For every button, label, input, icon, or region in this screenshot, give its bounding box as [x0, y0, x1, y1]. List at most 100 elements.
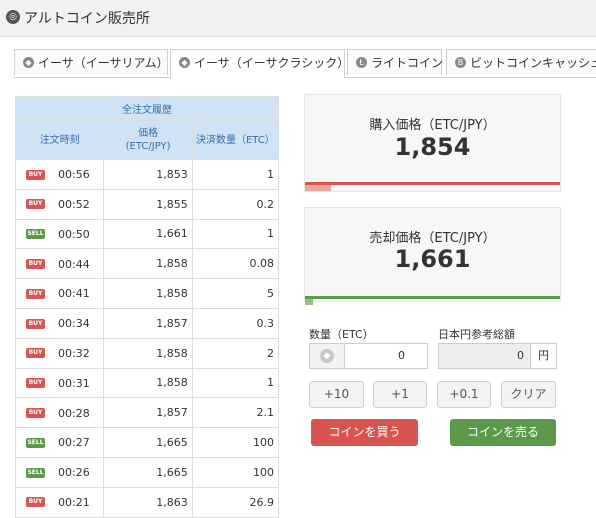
order-qty: 1 [191, 159, 280, 190]
order-time: 00:34 [58, 317, 90, 331]
coin-icon: ◆ [23, 57, 34, 68]
buy-badge: BUY [26, 318, 45, 329]
order-price: 1,661 [103, 218, 193, 250]
coin-icon: Ł [356, 57, 367, 68]
yen-total-label: 日本円参考総額 [438, 328, 515, 341]
page-title: アルトコイン販売所 [24, 11, 150, 27]
coin-icon: ◆ [179, 57, 190, 68]
order-price: 1,853 [103, 159, 193, 190]
order-time: 00:32 [58, 346, 90, 360]
quantity-value: 0 [398, 349, 405, 362]
order-price: 1,858 [103, 248, 193, 280]
buy-coin-button[interactable]: コインを買う [311, 419, 418, 446]
order-time: 00:44 [58, 257, 90, 271]
order-price: 1,858 [103, 337, 193, 369]
col-header-price: 価格 (ETC/JPY) [103, 120, 193, 160]
tab-ethereum[interactable]: ◆ イーサ（イーサリアム） [14, 49, 169, 75]
quantity-field[interactable]: ◆ 0 [309, 343, 428, 369]
order-price: 1,857 [103, 307, 193, 339]
sell-price-value: 1,661 [394, 245, 471, 273]
order-price: 1,863 [103, 486, 193, 518]
coin-icon: ◆ [310, 344, 345, 368]
add-10-button[interactable]: +10 [309, 381, 364, 408]
buy-price-bar [305, 182, 560, 185]
sell-price-bar-fill [305, 299, 313, 305]
order-qty: 100 [191, 427, 280, 458]
order-time-cell: BUY 00:41 [14, 278, 105, 309]
order-time: 00:31 [58, 376, 90, 390]
buy-badge: BUY [26, 408, 45, 419]
tab-ethereum-classic[interactable]: ◆ イーサ（イーサクラシック） [170, 49, 349, 78]
tab-bitcoin-cash[interactable]: B ビットコインキャッシュ [446, 49, 596, 75]
coin-tabs: ◆ イーサ（イーサリアム） ◆ イーサ（イーサクラシック） Ł ライトコイン B ビット… [14, 49, 596, 78]
table-row: SELL 00:50 1,661 1 [14, 218, 280, 250]
table-row: BUY 00:28 1,857 2.1 [14, 397, 280, 429]
buy-price-value: 1,854 [394, 133, 471, 161]
order-time: 00:50 [58, 227, 90, 241]
yen-total-field: 0 円 [438, 343, 557, 369]
order-time-cell: BUY 00:21 [14, 486, 105, 518]
order-qty: 0.08 [191, 248, 280, 280]
order-time: 00:21 [58, 495, 90, 509]
order-price: 1,855 [103, 188, 193, 220]
clear-button[interactable]: クリア [501, 381, 556, 408]
order-qty: 26.9 [191, 486, 280, 518]
add-1-button[interactable]: +1 [373, 381, 427, 408]
sell-coin-button[interactable]: コインを売る [450, 419, 556, 446]
table-row: BUY 00:56 1,853 1 [14, 159, 280, 190]
table-row: SELL 00:26 1,665 100 [14, 456, 280, 488]
buy-badge: BUY [26, 259, 45, 270]
order-price: 1,665 [103, 427, 193, 458]
sell-badge: SELL [26, 467, 45, 478]
order-qty: 2.1 [191, 397, 280, 429]
yen-total-value: 0 [517, 349, 524, 362]
order-price: 1,665 [103, 456, 193, 488]
order-time-cell: BUY 00:32 [14, 337, 105, 369]
yen-unit: 円 [530, 344, 556, 368]
order-qty: 0.3 [191, 307, 280, 339]
order-time: 00:56 [58, 168, 90, 182]
order-price: 1,858 [103, 367, 193, 399]
order-history-title: 全注文履歴 [15, 96, 279, 121]
buy-price-label: 購入価格（ETC/JPY） [369, 118, 496, 133]
tab-litecoin[interactable]: Ł ライトコイン [347, 49, 443, 75]
buy-price-bar-fill [305, 185, 331, 191]
order-history-table: 全注文履歴 注文時刻 価格 (ETC/JPY) 決済数量（ETC） BUY 00:5… [14, 96, 280, 518]
order-qty: 100 [191, 456, 280, 488]
order-time-cell: SELL 00:26 [14, 456, 105, 488]
sell-price-panel: 売却価格（ETC/JPY） 1,661 [304, 207, 561, 305]
table-row: SELL 00:27 1,665 100 [14, 427, 280, 458]
order-time-cell: BUY 00:52 [14, 188, 105, 220]
order-time-cell: SELL 00:27 [14, 427, 105, 458]
order-price: 1,857 [103, 397, 193, 429]
page-header: ◎ アルトコイン販売所 [0, 0, 596, 37]
coin-logo-icon: ◎ [6, 10, 20, 24]
buy-badge: BUY [26, 169, 45, 180]
table-row: BUY 00:41 1,858 5 [14, 278, 280, 309]
order-time: 00:26 [58, 466, 90, 480]
order-time: 00:41 [58, 287, 90, 301]
sell-badge: SELL [26, 437, 45, 448]
order-time: 00:28 [58, 406, 90, 420]
buy-badge: BUY [26, 497, 45, 508]
order-time-cell: BUY 00:31 [14, 367, 105, 399]
add-0-1-button[interactable]: +0.1 [437, 381, 491, 408]
table-row: BUY 00:52 1,855 0.2 [14, 188, 280, 220]
table-row: BUY 00:44 1,858 0.08 [14, 248, 280, 280]
order-qty: 1 [191, 367, 280, 399]
buy-badge: BUY [26, 288, 45, 299]
order-qty: 5 [191, 278, 280, 309]
table-row: BUY 00:34 1,857 0.3 [14, 307, 280, 339]
order-time-cell: BUY 00:56 [14, 159, 105, 190]
order-time-cell: BUY 00:44 [14, 248, 105, 280]
order-price: 1,858 [103, 278, 193, 309]
col-header-time: 注文時刻 [14, 120, 105, 160]
qty-label: 数量（ETC） [309, 328, 374, 341]
order-time-cell: SELL 00:50 [14, 218, 105, 250]
order-qty: 2 [191, 337, 280, 369]
sell-price-label: 売却価格（ETC/JPY） [369, 231, 496, 246]
buy-badge: BUY [26, 378, 45, 389]
order-qty: 0.2 [191, 188, 280, 220]
col-header-qty: 決済数量（ETC） [191, 120, 280, 160]
order-time-cell: BUY 00:34 [14, 307, 105, 339]
